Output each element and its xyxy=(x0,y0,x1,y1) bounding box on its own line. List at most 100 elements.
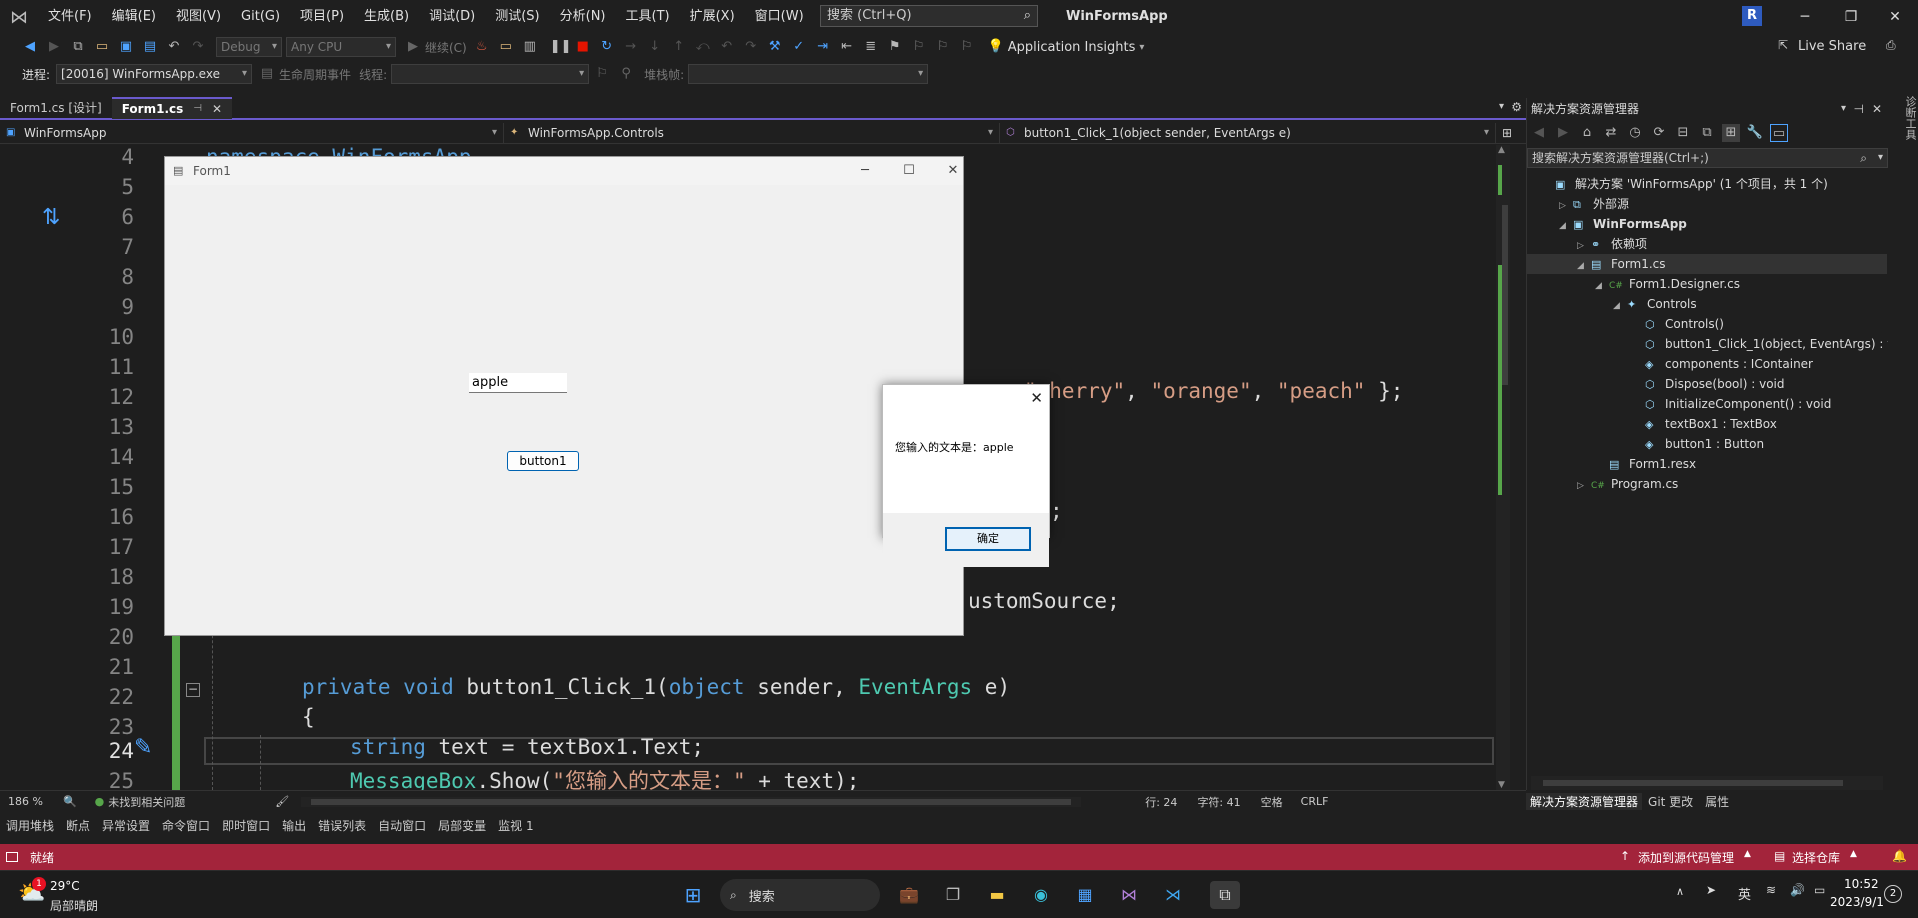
bookmark-prev-icon[interactable]: ⚐ xyxy=(910,38,928,56)
tab-git-changes[interactable]: Git 更改 xyxy=(1642,793,1699,810)
tab-breakpoints[interactable]: 断点 xyxy=(66,817,90,834)
preview-icon[interactable]: ▭ xyxy=(1770,124,1788,142)
tree-node[interactable]: ◈ components : IContainer xyxy=(1527,354,1887,374)
clock-date[interactable]: 2023/9/1 xyxy=(1830,895,1884,909)
forward-icon[interactable]: ▶ xyxy=(45,38,63,56)
editor-vertical-scrollbar[interactable]: ▲ ▼ xyxy=(1496,145,1510,790)
project-dropdown[interactable]: ▣ WinFormsApp xyxy=(0,122,504,143)
tab-properties[interactable]: 属性 xyxy=(1699,793,1735,810)
undo-debug-icon[interactable]: ↶ xyxy=(718,38,736,56)
cursor-column[interactable]: 字符: 41 xyxy=(1197,794,1240,810)
tree-node[interactable]: ◈ textBox1 : TextBox xyxy=(1527,414,1887,434)
start-windows-icon[interactable]: ⊞ xyxy=(678,881,708,909)
chevron-up-icon[interactable]: ▲ xyxy=(1850,849,1857,859)
select-repository[interactable]: 选择仓库 xyxy=(1792,849,1840,866)
switch-views-icon[interactable]: ⇄ xyxy=(1602,124,1620,142)
maximize-button[interactable]: ❐ xyxy=(1828,0,1874,34)
location-icon[interactable]: ➤ xyxy=(1706,883,1716,897)
close-button[interactable]: ✕ xyxy=(1872,0,1918,34)
form1-titlebar[interactable]: ▤ Form1 ─ ☐ ✕ xyxy=(165,157,963,185)
indent-icon[interactable]: ≣ xyxy=(862,38,880,56)
menu-analyze[interactable]: 分析(N) xyxy=(550,0,616,34)
redo-icon[interactable]: ↷ xyxy=(189,38,207,56)
diagnostics-icon[interactable]: ⚒ xyxy=(766,38,784,56)
tab-autos[interactable]: 自动窗口 xyxy=(378,817,426,834)
button1[interactable]: button1 xyxy=(507,451,579,471)
tree-horizontal-scrollbar[interactable] xyxy=(1531,776,1883,790)
member-dropdown[interactable]: ⬡ button1_Click_1(object sender, EventAr… xyxy=(1000,122,1496,143)
notification-count[interactable]: 2 xyxy=(1884,885,1902,903)
undo-icon[interactable]: ↶ xyxy=(165,38,183,56)
folder-icon[interactable]: ▭ xyxy=(497,38,515,56)
file-explorer-icon[interactable]: ▬ xyxy=(982,881,1012,909)
repository-icon[interactable]: ▤ xyxy=(1774,849,1785,863)
menu-test[interactable]: 测试(S) xyxy=(485,0,549,34)
weather-temp[interactable]: 29°C xyxy=(50,879,80,893)
tab-solution-explorer[interactable]: 解决方案资源管理器 xyxy=(1526,792,1643,810)
tab-watch-1[interactable]: 监视 1 xyxy=(498,817,533,834)
tree-node[interactable]: ⬡ button1_Click_1(object, EventArgs) : vo… xyxy=(1527,334,1913,354)
chevron-down-icon[interactable]: ▾ xyxy=(1878,149,1883,167)
tab-immediate-window[interactable]: 即时窗口 xyxy=(222,817,270,834)
vscode-app-icon[interactable]: ⋊ xyxy=(1158,881,1188,909)
tab-overflow-icon[interactable]: ▾ xyxy=(1499,101,1504,112)
add-source-control-icon[interactable]: ↑ xyxy=(1620,849,1630,863)
tab-output[interactable]: 输出 xyxy=(282,817,306,834)
close-icon[interactable]: ✕ xyxy=(1030,389,1043,407)
chevron-up-icon[interactable]: ▲ xyxy=(1744,849,1751,859)
menu-window[interactable]: 窗口(W) xyxy=(745,0,814,34)
scroll-down-icon[interactable]: ▼ xyxy=(1498,780,1505,790)
collapse-all-icon[interactable]: ⊟ xyxy=(1674,124,1692,142)
expand-arrow-icon[interactable]: ▷ xyxy=(1577,476,1591,496)
tree-node[interactable]: ◢ C# Form1.Designer.cs xyxy=(1527,274,1887,294)
form1-minimize-button[interactable]: ─ xyxy=(845,157,885,185)
live-share-label[interactable]: Live Share xyxy=(1798,39,1866,54)
tree-node[interactable]: ▷ ⧉ 外部源 xyxy=(1527,194,1887,214)
tree-node[interactable]: ◈ button1 : Button xyxy=(1527,434,1887,454)
close-icon[interactable]: ✕ xyxy=(1872,98,1882,120)
filter-icon[interactable]: ⚲ xyxy=(617,65,635,83)
continue-icon[interactable]: ▶ xyxy=(404,38,422,56)
tree-node[interactable]: ⬡ Controls() xyxy=(1527,314,1887,334)
tab-error-list[interactable]: 错误列表 xyxy=(318,817,366,834)
tab-locals[interactable]: 局部变量 xyxy=(438,817,486,834)
tab-command-window[interactable]: 命令窗口 xyxy=(162,817,210,834)
step-back-icon[interactable]: ⤺ xyxy=(694,38,712,56)
process-dropdown[interactable]: [20016] WinFormsApp.exe xyxy=(56,64,253,84)
tab-form1-designer[interactable]: Form1.cs [设计] xyxy=(0,97,112,119)
feedback-icon[interactable]: ⎙ xyxy=(1886,38,1896,53)
ok-button[interactable]: 确定 xyxy=(945,527,1031,551)
cursor-line[interactable]: 行: 24 xyxy=(1145,794,1177,810)
settings-gear-icon[interactable]: ⚙ xyxy=(1511,100,1522,114)
toolbox-app-icon[interactable]: 💼 xyxy=(894,881,924,909)
tab-close-icon[interactable]: ✕ xyxy=(212,98,222,120)
weather-desc[interactable]: 局部晴朗 xyxy=(50,897,98,914)
comment-icon[interactable]: ⇥ xyxy=(814,38,832,56)
menu-git[interactable]: Git(G) xyxy=(231,0,290,34)
spell-check-icon[interactable]: ✓ xyxy=(790,38,808,56)
class-dropdown[interactable]: ✦ WinFormsApp.Controls xyxy=(504,122,1000,143)
menu-file[interactable]: 文件(F) xyxy=(38,0,102,34)
tab-call-stack[interactable]: 调用堆栈 xyxy=(6,817,54,834)
menu-view[interactable]: 视图(V) xyxy=(166,0,231,34)
bookmark-clear-icon[interactable]: ⚐ xyxy=(958,38,976,56)
ime-indicator[interactable]: 英 xyxy=(1738,884,1751,903)
pin-icon[interactable]: ⊣ xyxy=(193,98,202,120)
tree-node[interactable]: ⬡ Dispose(bool) : void xyxy=(1527,374,1887,394)
menu-debug[interactable]: 调试(D) xyxy=(419,0,485,34)
form1-window[interactable]: ▤ Form1 ─ ☐ ✕ apple button1 xyxy=(164,156,964,636)
pending-changes-icon[interactable]: ◷ xyxy=(1626,124,1644,142)
textbox1[interactable]: apple xyxy=(469,373,567,393)
tree-node[interactable]: ▷ C# Program.cs xyxy=(1527,474,1887,494)
tree-node[interactable]: ▣ 解决方案 'WinFormsApp' (1 个项目，共 1 个) xyxy=(1527,174,1887,194)
visual-studio-app-icon[interactable]: ⋈ xyxy=(1114,881,1144,909)
pause-icon[interactable]: ❚❚ xyxy=(550,38,572,56)
expand-arrow-icon[interactable]: ▷ xyxy=(1559,196,1573,216)
global-search-box[interactable]: 搜索 (Ctrl+Q) ⌕ xyxy=(820,5,1038,27)
step-into-icon[interactable]: ↓ xyxy=(646,38,664,56)
minimize-button[interactable]: ─ xyxy=(1782,0,1828,34)
tree-node[interactable]: ⬡ InitializeComponent() : void xyxy=(1527,394,1887,414)
stop-icon[interactable]: ■ xyxy=(574,38,592,56)
task-view-icon[interactable]: ❐ xyxy=(938,881,968,909)
scroll-thumb[interactable] xyxy=(1543,780,1843,786)
